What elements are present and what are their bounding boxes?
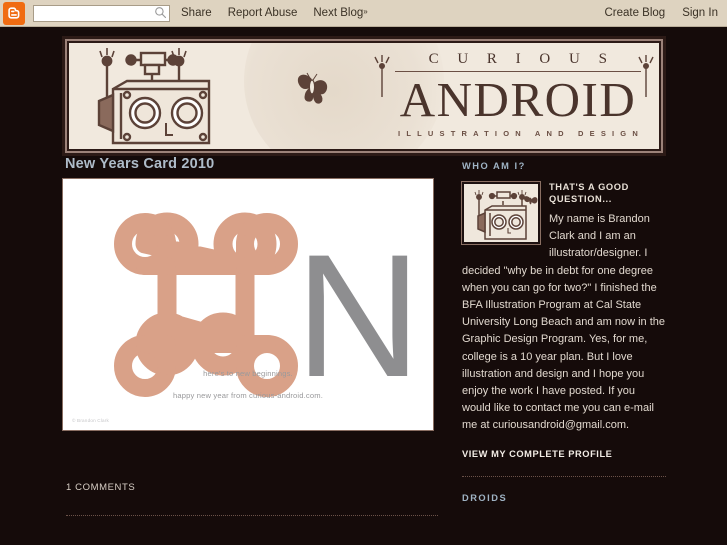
sidebar-heading-who-am-i: WHO AM I? bbox=[462, 161, 526, 171]
banner-title-lockup: C U R I O U S ANDROID ILLUSTRATION AND D… bbox=[369, 49, 659, 138]
banner-frame: C U R I O U S ANDROID ILLUSTRATION AND D… bbox=[65, 39, 663, 153]
post-comments-link[interactable]: 1 COMMENTS bbox=[66, 482, 442, 493]
banner-canvas: C U R I O U S ANDROID ILLUSTRATION AND D… bbox=[69, 43, 659, 149]
blog-page: C U R I O U S ANDROID ILLUSTRATION AND D… bbox=[0, 28, 727, 545]
navbar-link-next-blog-label: Next Blog bbox=[313, 7, 364, 19]
sidebar: WHO AM I? THAT'S A GOOD QUESTION... My n… bbox=[461, 161, 666, 503]
sidebar-heading-droids: DROIDS bbox=[462, 492, 508, 503]
navbar-link-share[interactable]: Share bbox=[181, 7, 212, 19]
sidebar-profile-widget: THAT'S A GOOD QUESTION... My name is Bra… bbox=[461, 180, 666, 459]
avatar-robot-icon bbox=[464, 184, 538, 242]
view-complete-profile-link[interactable]: VIEW MY COMPLETE PROFILE bbox=[462, 435, 666, 459]
sign-in-button[interactable]: Sign In bbox=[682, 7, 718, 19]
blogger-b-icon bbox=[8, 7, 20, 19]
blog-header-banner[interactable]: C U R I O U S ANDROID ILLUSTRATION AND D… bbox=[62, 36, 666, 156]
create-blog-button[interactable]: Create Blog bbox=[604, 7, 665, 19]
navbar-search[interactable] bbox=[33, 4, 170, 23]
navbar-link-report-abuse[interactable]: Report Abuse bbox=[228, 7, 298, 19]
navbar-account-links: Create Blog Sign In bbox=[587, 7, 727, 19]
sidebar-divider bbox=[462, 475, 666, 477]
card-caption-secondary: happy new year from curious-android.com. bbox=[173, 391, 323, 400]
robot-head-illustration bbox=[97, 48, 211, 145]
butterfly-icon bbox=[297, 72, 328, 104]
post-title: New Years Card 2010 bbox=[65, 156, 215, 172]
navbar-link-next-blog-arrow: » bbox=[363, 7, 368, 16]
search-input[interactable] bbox=[33, 5, 170, 23]
banner-title-android: ANDROID bbox=[399, 72, 637, 127]
sidebar-profile-bio: My name is Brandon Clark and I am an ill… bbox=[462, 213, 666, 432]
blogger-navbar: Share Report Abuse Next Blog» Create Blo… bbox=[0, 0, 727, 27]
card-copyright: © Brandon Clark bbox=[72, 418, 110, 423]
banner-title-curious: C U R I O U S bbox=[428, 51, 615, 67]
post-image[interactable]: N here's to new beginnings. happy new ye… bbox=[62, 178, 434, 431]
card-caption-primary: here's to new beginnings. bbox=[203, 369, 293, 378]
post-divider bbox=[66, 515, 438, 516]
robot-avatar-thumbnail[interactable] bbox=[461, 181, 541, 245]
navbar-link-next-blog[interactable]: Next Blog» bbox=[313, 7, 367, 19]
card-letter-n: N bbox=[295, 219, 421, 414]
main-content-column: New Years Card 2010 N here's to new begi… bbox=[62, 156, 442, 516]
banner-subtitle: ILLUSTRATION AND DESIGN bbox=[398, 129, 644, 138]
blogger-home-button[interactable] bbox=[3, 1, 25, 25]
navbar-links: Share Report Abuse Next Blog» bbox=[181, 7, 384, 19]
